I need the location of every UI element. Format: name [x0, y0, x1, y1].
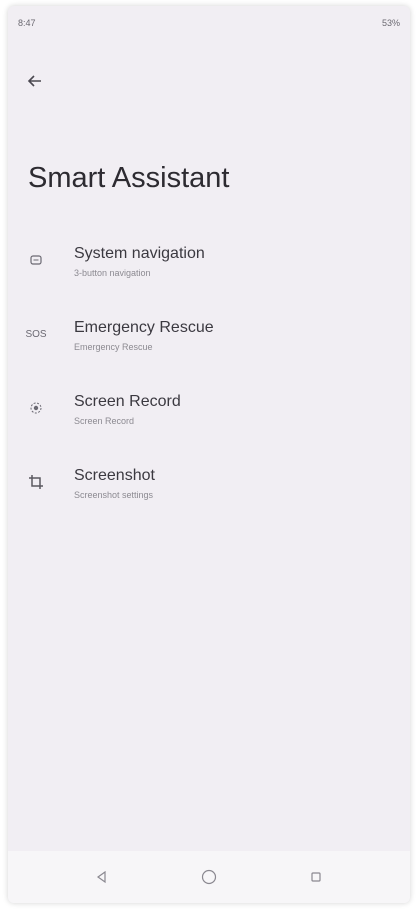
triangle-back-icon	[96, 870, 106, 884]
item-subtitle: Screenshot settings	[74, 490, 154, 500]
navigation-bar	[8, 851, 410, 903]
item-subtitle: 3-button navigation	[74, 268, 151, 278]
nav-back-button[interactable]	[87, 862, 117, 892]
nav-home-button[interactable]	[194, 862, 224, 892]
settings-list: System navigation 3-button navigation SO…	[8, 236, 410, 532]
status-time: 8:47	[18, 18, 36, 28]
settings-item-system-navigation[interactable]: System navigation 3-button navigation	[8, 236, 410, 310]
settings-item-emergency-rescue[interactable]: SOS Emergency Rescue Emergency Rescue	[8, 310, 410, 384]
screen-record-icon	[22, 394, 50, 422]
settings-item-screenshot[interactable]: Screenshot Screenshot settings	[8, 458, 410, 532]
back-button[interactable]	[20, 66, 50, 96]
page-title: Smart Assistant	[28, 162, 230, 194]
nav-recents-button[interactable]	[301, 862, 331, 892]
back-arrow-icon	[27, 75, 41, 87]
settings-item-screen-record[interactable]: Screen Record Screen Record	[8, 384, 410, 458]
square-recents-icon	[311, 872, 321, 882]
circle-home-icon	[201, 869, 217, 885]
phone-screen: 8:47 53% Smart Assistant System navigati…	[8, 6, 410, 903]
item-subtitle: Emergency Rescue	[74, 342, 153, 352]
sos-icon: SOS	[22, 320, 50, 348]
navigation-icon	[22, 246, 50, 274]
item-title: System navigation	[74, 245, 205, 262]
item-title: Emergency Rescue	[74, 319, 214, 336]
crop-icon	[22, 468, 50, 496]
item-subtitle: Screen Record	[74, 416, 135, 426]
item-title: Screen Record	[74, 393, 181, 410]
status-bar: 8:47 53%	[8, 6, 410, 34]
item-title: Screenshot	[74, 467, 155, 484]
sos-label: SOS	[25, 328, 47, 340]
status-battery: 53%	[381, 18, 400, 28]
